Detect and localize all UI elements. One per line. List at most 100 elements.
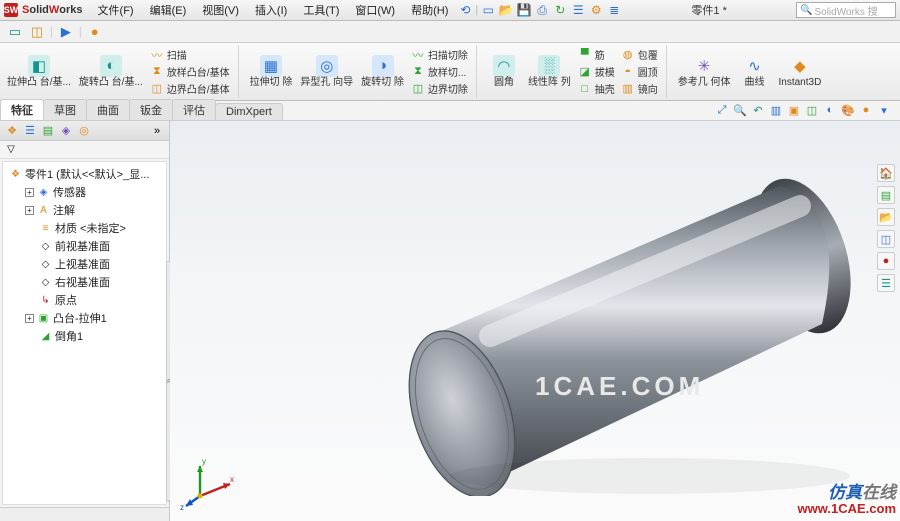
menu-file[interactable]: 文件(F) (91, 0, 141, 20)
tree-sensors[interactable]: +◈传感器 (21, 183, 164, 201)
chamfer-feature-icon: ◢ (39, 330, 52, 343)
tree-chamfer1[interactable]: ◢倒角1 (21, 327, 164, 345)
tree-origin[interactable]: ↳原点 (21, 291, 164, 309)
menu-window[interactable]: 窗口(W) (348, 0, 402, 20)
new-icon[interactable]: ▭ (480, 2, 496, 18)
document-name: 零件1 * (681, 2, 736, 18)
config-tab-icon[interactable]: ▤ (40, 123, 56, 139)
taskpane-view-palette-icon[interactable]: ◫ (877, 230, 895, 248)
settings-icon[interactable]: ⚙ (588, 2, 604, 18)
tree-right-plane[interactable]: ◇右视基准面 (21, 273, 164, 291)
save-icon[interactable]: 💾 (516, 2, 532, 18)
btn-extruded-cut[interactable]: ▦拉伸切 除 (249, 53, 294, 91)
taskpane-appearance-icon[interactable]: ● (877, 252, 895, 270)
menu-view[interactable]: 视图(V) (195, 0, 246, 20)
tree-annotations[interactable]: +A注解 (21, 201, 164, 219)
taskpane-custom-props-icon[interactable]: ☰ (877, 274, 895, 292)
lofted-boss-icon: ⧗ (150, 65, 164, 79)
btn-linear-pattern[interactable]: ░线性阵 列 (527, 53, 572, 91)
btn-ref-geometry[interactable]: ✳参考几 何体 (677, 53, 732, 91)
btn-lofted-cut[interactable]: ⧗放样切... (411, 63, 468, 80)
tree-material[interactable]: ≡材质 <未指定> (21, 219, 164, 237)
menu-help[interactable]: 帮助(H) (404, 0, 455, 20)
swoosh-icon[interactable]: ⟲ (457, 2, 473, 18)
boundary-boss-icon: ◫ (150, 82, 164, 96)
extrude-feature-icon: ▣ (37, 312, 50, 325)
btn-shell[interactable]: □抽壳 (578, 80, 615, 97)
search-box[interactable]: 🔍 SolidWorks 搜 (796, 2, 896, 18)
prev-view-icon[interactable]: ↶ (750, 102, 766, 118)
sketch-icon[interactable]: ▭ (6, 23, 24, 41)
appearance-palette-icon[interactable]: 🎨 (840, 102, 856, 118)
tab-sheetmetal[interactable]: 钣金 (129, 99, 173, 120)
fm-tree-tab-icon[interactable]: ❖ (4, 123, 20, 139)
btn-revolved-boss[interactable]: ◐旋转凸 台/基... (78, 53, 144, 91)
dome-icon: ◓ (621, 65, 635, 79)
view-orient-icon[interactable]: ▣ (786, 102, 802, 118)
btn-wrap[interactable]: ◍包覆 (621, 46, 658, 63)
btn-rib[interactable]: ▀筋 (578, 46, 615, 63)
taskpane-library-icon[interactable]: ▤ (877, 186, 895, 204)
command-tabs: 特征 草图 曲面 钣金 评估 DimXpert ⤢ 🔍 ↶ ▥ ▣ ◫ ◐ 🎨 … (0, 101, 900, 121)
panel-expand-icon[interactable]: » (149, 123, 165, 139)
feature-tree[interactable]: ❖ 零件1 (默认<<默认>_显... +◈传感器 +A注解 ≡材质 <未指定>… (2, 161, 167, 505)
tree-root[interactable]: ❖ 零件1 (默认<<默认>_显... (5, 165, 164, 183)
hide-show-icon[interactable]: ◐ (822, 102, 838, 118)
btn-swept-cut[interactable]: 〰扫描切除 (411, 46, 468, 63)
tab-features[interactable]: 特征 (0, 99, 44, 120)
panel-tab-strip: ❖ ☰ ▤ ◈ ◎ » (0, 121, 169, 141)
open-icon[interactable]: 📂 (498, 2, 514, 18)
menu-insert[interactable]: 插入(I) (248, 0, 294, 20)
taskpane-explorer-icon[interactable]: 📂 (877, 208, 895, 226)
rebuild-icon[interactable]: ↻ (552, 2, 568, 18)
btn-fillet[interactable]: ◠圆角 (487, 53, 521, 91)
sketch3d-icon[interactable]: ◫ (28, 23, 46, 41)
btn-curves[interactable]: ∿曲线 (738, 53, 772, 91)
menu-edit[interactable]: 编辑(E) (143, 0, 194, 20)
tab-evaluate[interactable]: 评估 (172, 99, 216, 120)
zoom-fit-icon[interactable]: ⤢ (714, 102, 730, 118)
display-style-icon[interactable]: ◫ (804, 102, 820, 118)
btn-extruded-boss[interactable]: ◧拉伸凸 台/基... (6, 53, 72, 91)
tree-extrude1[interactable]: +▣凸台-拉伸1 (21, 309, 164, 327)
task-pane: 🏠 ▤ 📂 ◫ ● ☰ (877, 164, 897, 292)
property-tab-icon[interactable]: ☰ (22, 123, 38, 139)
options-icon[interactable]: ☰ (570, 2, 586, 18)
ref-geometry-icon: ✳ (693, 55, 715, 77)
tab-surfaces[interactable]: 曲面 (86, 99, 130, 120)
panel-toolbar: ▽ (0, 141, 169, 159)
expand-icon[interactable]: + (25, 206, 34, 215)
btn-instant3d[interactable]: ◆Instant3D (778, 53, 823, 91)
btn-mirror[interactable]: ▥镜向 (621, 80, 658, 97)
filter-icon[interactable]: ▽ (4, 143, 18, 157)
display-tab-icon[interactable]: ◎ (76, 123, 92, 139)
btn-draft[interactable]: ◪拔模 (578, 63, 615, 80)
tab-dimxpert[interactable]: DimXpert (215, 103, 283, 120)
taskpane-resources-icon[interactable]: 🏠 (877, 164, 895, 182)
btn-dome[interactable]: ◓圆顶 (621, 63, 658, 80)
btn-revolved-cut[interactable]: ◑旋转切 除 (360, 53, 405, 91)
section-view-icon[interactable]: ▥ (768, 102, 784, 118)
btn-boundary-boss[interactable]: ◫边界凸台/基体 (150, 80, 230, 97)
expand-icon[interactable]: + (25, 314, 34, 323)
view-settings-more-icon[interactable]: ▾ (876, 102, 892, 118)
print-icon[interactable]: ⎙ (534, 2, 550, 18)
dimxpert-tab-icon[interactable]: ◈ (58, 123, 74, 139)
btn-lofted-boss[interactable]: ⧗放样凸台/基体 (150, 63, 230, 80)
props-icon[interactable]: ≣ (606, 2, 622, 18)
expand-icon[interactable]: + (25, 188, 34, 197)
zoom-area-icon[interactable]: 🔍 (732, 102, 748, 118)
swept-boss-icon: 〰 (150, 48, 164, 62)
btn-swept-boss[interactable]: 〰扫描 (150, 46, 230, 63)
draft-icon: ◪ (578, 65, 592, 79)
btn-boundary-cut[interactable]: ◫边界切除 (411, 80, 468, 97)
tree-top-plane[interactable]: ◇上视基准面 (21, 255, 164, 273)
tree-front-plane[interactable]: ◇前视基准面 (21, 237, 164, 255)
btn-hole-wizard[interactable]: ◎异型孔 向导 (299, 53, 354, 91)
select-icon[interactable]: ▶ (57, 23, 75, 41)
graphics-viewport[interactable]: 1CAE.COM y x z (170, 121, 900, 521)
appearance-icon[interactable]: ● (86, 23, 104, 41)
menu-tools[interactable]: 工具(T) (296, 0, 346, 20)
scene-icon[interactable]: ● (858, 102, 874, 118)
tab-sketch[interactable]: 草图 (43, 99, 87, 120)
